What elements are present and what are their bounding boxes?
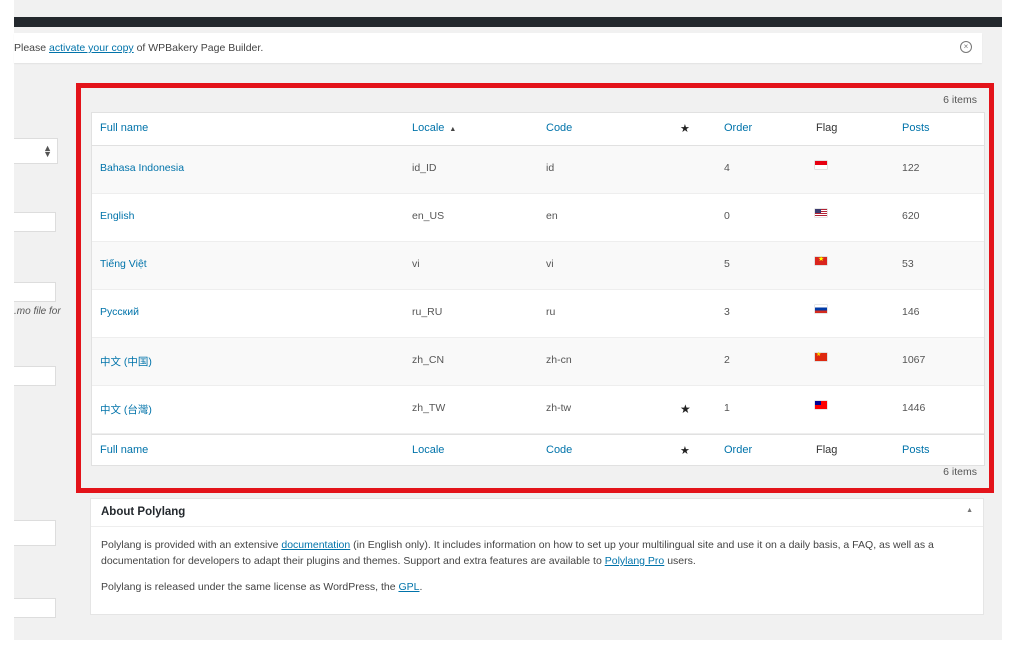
order-cell: 0: [724, 210, 730, 222]
russia-flag-icon: [815, 305, 827, 313]
locale-cell: en_US: [412, 210, 445, 222]
col-code-footer[interactable]: Code: [546, 444, 572, 456]
posts-cell: 146: [902, 306, 920, 318]
china-flag-icon: [815, 351, 827, 361]
select-arrows-icon: ▲ ▼: [43, 143, 52, 159]
locale-cell: id_ID: [412, 162, 437, 174]
about-polylang-box: About Polylang ▲ Polylang is provided wi…: [90, 498, 984, 615]
col-posts[interactable]: Posts: [902, 122, 930, 134]
code-cell: zh-tw: [546, 402, 572, 414]
table-row: Русский ru_RU ru 3 146: [92, 290, 984, 338]
posts-cell: 1446: [902, 402, 926, 414]
language-name-link[interactable]: English: [100, 210, 134, 222]
col-locale-label: Locale: [412, 122, 445, 134]
col-flag: Flag: [816, 122, 838, 134]
code-cell: zh-cn: [546, 354, 572, 366]
sidebar-input-5[interactable]: [14, 598, 56, 618]
table-header: Full name Locale ▲ Code ★ Order Flag Post…: [92, 113, 984, 146]
posts-cell: 620: [902, 210, 920, 222]
activation-notice: Please activate your copy of WPBakery Pa…: [14, 33, 982, 63]
license-text-a: Polylang is released under the same lice…: [101, 581, 399, 593]
col-locale[interactable]: Locale ▲: [412, 122, 456, 134]
table-row: Tiếng Việt vi vi 5 53: [92, 242, 984, 290]
table-row: English en_US en 0 620: [92, 194, 984, 242]
languages-table-panel: 6 items Full name Locale ▲ Code ★ Order F…: [76, 83, 994, 493]
language-select[interactable]: ▲ ▼: [14, 138, 58, 164]
language-name-link[interactable]: 中文 (台灣): [100, 402, 152, 417]
about-header[interactable]: About Polylang ▲: [91, 499, 983, 527]
about-title: About Polylang: [101, 506, 186, 518]
documentation-link[interactable]: documentation: [281, 539, 350, 551]
dismiss-notice-icon[interactable]: ×: [960, 41, 972, 53]
default-language-star-icon: ★: [680, 123, 690, 135]
language-name-link[interactable]: 中文 (中国): [100, 354, 152, 369]
gpl-link[interactable]: GPL: [398, 581, 419, 593]
default-star-icon: ★: [680, 402, 691, 416]
order-cell: 2: [724, 354, 730, 366]
default-language-star-icon: ★: [680, 445, 690, 457]
col-flag-footer: Flag: [816, 444, 838, 456]
mo-file-hint: .mo file for: [14, 306, 61, 317]
taiwan-flag-icon: [815, 401, 827, 409]
indonesia-flag-icon: [815, 161, 827, 169]
activate-link[interactable]: activate your copy: [49, 42, 134, 54]
code-cell: en: [546, 210, 558, 222]
table-row: Bahasa Indonesia id_ID id 4 122: [92, 146, 984, 194]
about-text-a: Polylang is provided with an extensive: [101, 539, 282, 551]
order-cell: 3: [724, 306, 730, 318]
languages-table: Full name Locale ▲ Code ★ Order Flag Post…: [91, 112, 985, 466]
items-count-top: 6 items: [943, 94, 977, 106]
col-posts-footer[interactable]: Posts: [902, 444, 930, 456]
about-paragraph-1: Polylang is provided with an extensive d…: [101, 537, 975, 569]
us-flag-icon: [815, 209, 827, 217]
code-cell: vi: [546, 258, 554, 270]
polylang-pro-link[interactable]: Polylang Pro: [605, 555, 665, 567]
posts-cell: 1067: [902, 354, 926, 366]
language-name-link[interactable]: Русский: [100, 306, 139, 318]
locale-cell: zh_TW: [412, 402, 446, 414]
col-full-name[interactable]: Full name: [100, 122, 148, 134]
language-name-link[interactable]: Bahasa Indonesia: [100, 162, 184, 174]
about-paragraph-2: Polylang is released under the same lice…: [101, 579, 975, 595]
about-text-c: users.: [664, 555, 696, 567]
locale-cell: zh_CN: [412, 354, 445, 366]
license-text-b: .: [419, 581, 423, 593]
col-code[interactable]: Code: [546, 122, 572, 134]
language-name-link[interactable]: Tiếng Việt: [100, 258, 147, 270]
order-cell: 4: [724, 162, 730, 174]
sort-ascending-icon: ▲: [449, 126, 457, 133]
notice-prefix: Please: [14, 42, 50, 54]
col-full-name-footer[interactable]: Full name: [100, 444, 148, 456]
sidebar-input-4[interactable]: [14, 520, 56, 546]
locale-cell: vi: [412, 258, 420, 270]
notice-text: Please activate your copy of WPBakery Pa…: [14, 42, 263, 54]
col-order-footer[interactable]: Order: [724, 444, 752, 456]
notice-suffix: of WPBakery Page Builder.: [133, 42, 264, 54]
vietnam-flag-icon: [815, 255, 827, 265]
items-count-bottom: 6 items: [943, 466, 977, 478]
sidebar-input-1[interactable]: [14, 212, 56, 232]
code-cell: id: [546, 162, 555, 174]
order-cell: 1: [724, 402, 730, 414]
order-cell: 5: [724, 258, 730, 270]
posts-cell: 122: [902, 162, 920, 174]
table-row: 中文 (台灣) zh_TW zh-tw ★ 1 1446: [92, 386, 984, 434]
sidebar-input-3[interactable]: [14, 366, 56, 386]
code-cell: ru: [546, 306, 556, 318]
admin-bar: [14, 17, 1002, 27]
table-footer: Full name Locale Code ★ Order Flag Posts: [92, 434, 984, 465]
sidebar-input-2[interactable]: [14, 282, 56, 302]
locale-cell: ru_RU: [412, 306, 443, 318]
collapse-arrow-icon[interactable]: ▲: [966, 507, 973, 514]
col-order[interactable]: Order: [724, 122, 752, 134]
posts-cell: 53: [902, 258, 914, 270]
table-row: 中文 (中国) zh_CN zh-cn 2 1067: [92, 338, 984, 386]
col-locale-footer[interactable]: Locale: [412, 444, 444, 456]
